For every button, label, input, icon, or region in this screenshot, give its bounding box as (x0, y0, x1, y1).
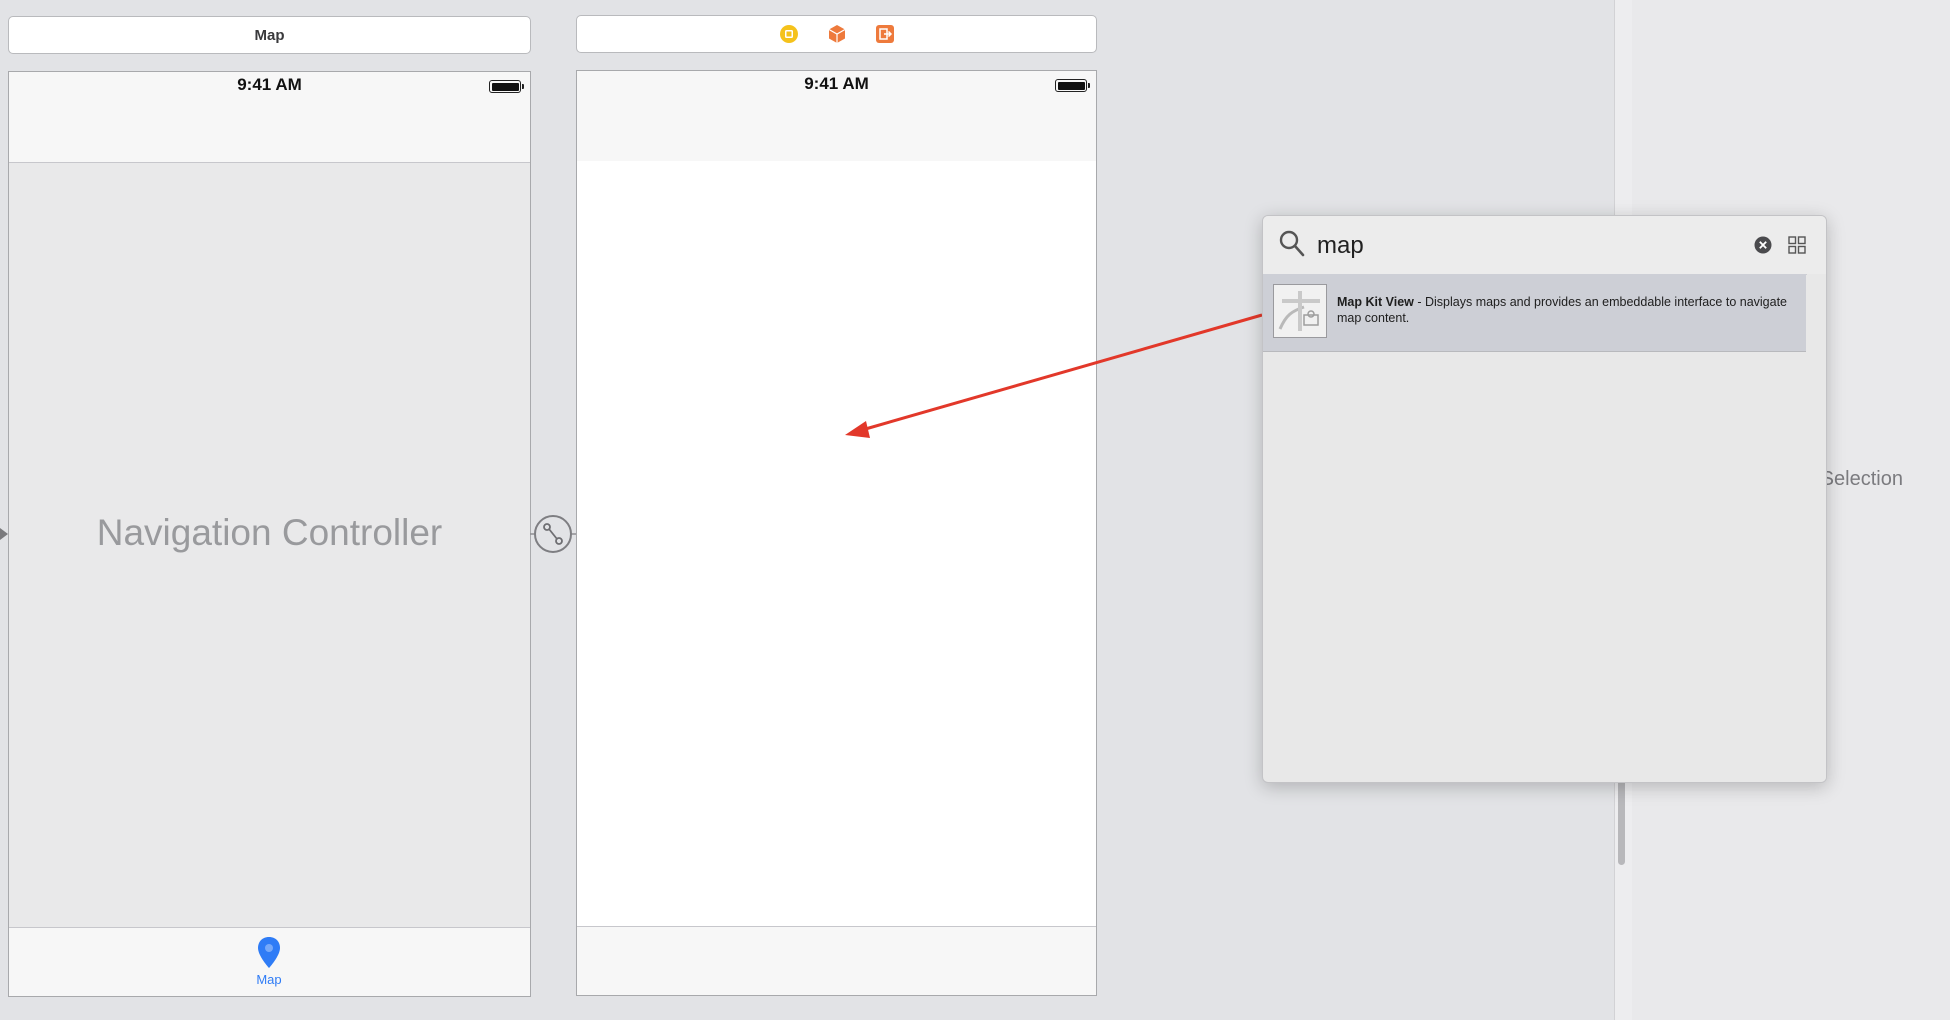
battery-icon (489, 80, 524, 93)
status-bar: 9:41 AM (577, 71, 1096, 101)
clear-search-icon[interactable] (1754, 236, 1772, 254)
status-bar: 9:41 AM (9, 72, 530, 102)
status-time: 9:41 AM (237, 75, 302, 94)
navigation-controller-label: Navigation Controller (96, 512, 443, 553)
first-responder-icon[interactable] (827, 24, 847, 44)
entry-point-arrow[interactable] (0, 526, 10, 542)
grid-view-icon[interactable] (1788, 236, 1806, 254)
result-separator: - (1413, 295, 1425, 309)
result-description: Map Kit View - Displays maps and provide… (1337, 294, 1787, 326)
view-controller-scene[interactable]: 9:41 AM (576, 70, 1097, 996)
library-result-map-kit-view[interactable]: Map Kit View - Displays maps and provide… (1263, 274, 1806, 352)
battery-icon (1055, 79, 1090, 92)
result-name: Map Kit View (1337, 295, 1414, 309)
library-scroll-track[interactable] (1807, 274, 1826, 782)
tab-item-label: Map (256, 972, 282, 987)
scene-title: Map (254, 26, 285, 44)
status-time: 9:41 AM (804, 74, 869, 93)
object-library-popover[interactable]: Map Kit View - Displays maps and provide… (1262, 215, 1827, 783)
drag-arrow (845, 313, 1263, 438)
segue-connector[interactable] (530, 511, 576, 557)
library-search-input[interactable] (1315, 228, 1739, 264)
exit-icon[interactable] (875, 24, 895, 44)
inspector-scrollbar[interactable] (1618, 770, 1625, 865)
map-kit-view-icon (1273, 284, 1327, 338)
library-search-bar (1263, 216, 1826, 275)
tab-bar: Map (9, 927, 530, 996)
scene-dock[interactable] (576, 15, 1097, 53)
view-controller-root-view[interactable] (577, 161, 1096, 927)
search-icon (1279, 230, 1305, 257)
tab-item-map[interactable]: Map (229, 936, 309, 992)
map-pin-icon (258, 937, 280, 968)
navigation-controller-scene[interactable]: 9:41 AM Navigation Controller Map (8, 71, 531, 997)
navigation-bar: 9:41 AM (9, 72, 530, 163)
view-controller-icon[interactable] (779, 24, 799, 44)
tab-bar (577, 926, 1096, 995)
navigation-bar: 9:41 AM (577, 71, 1096, 162)
scene-title-bar-map[interactable]: Map (8, 16, 531, 54)
